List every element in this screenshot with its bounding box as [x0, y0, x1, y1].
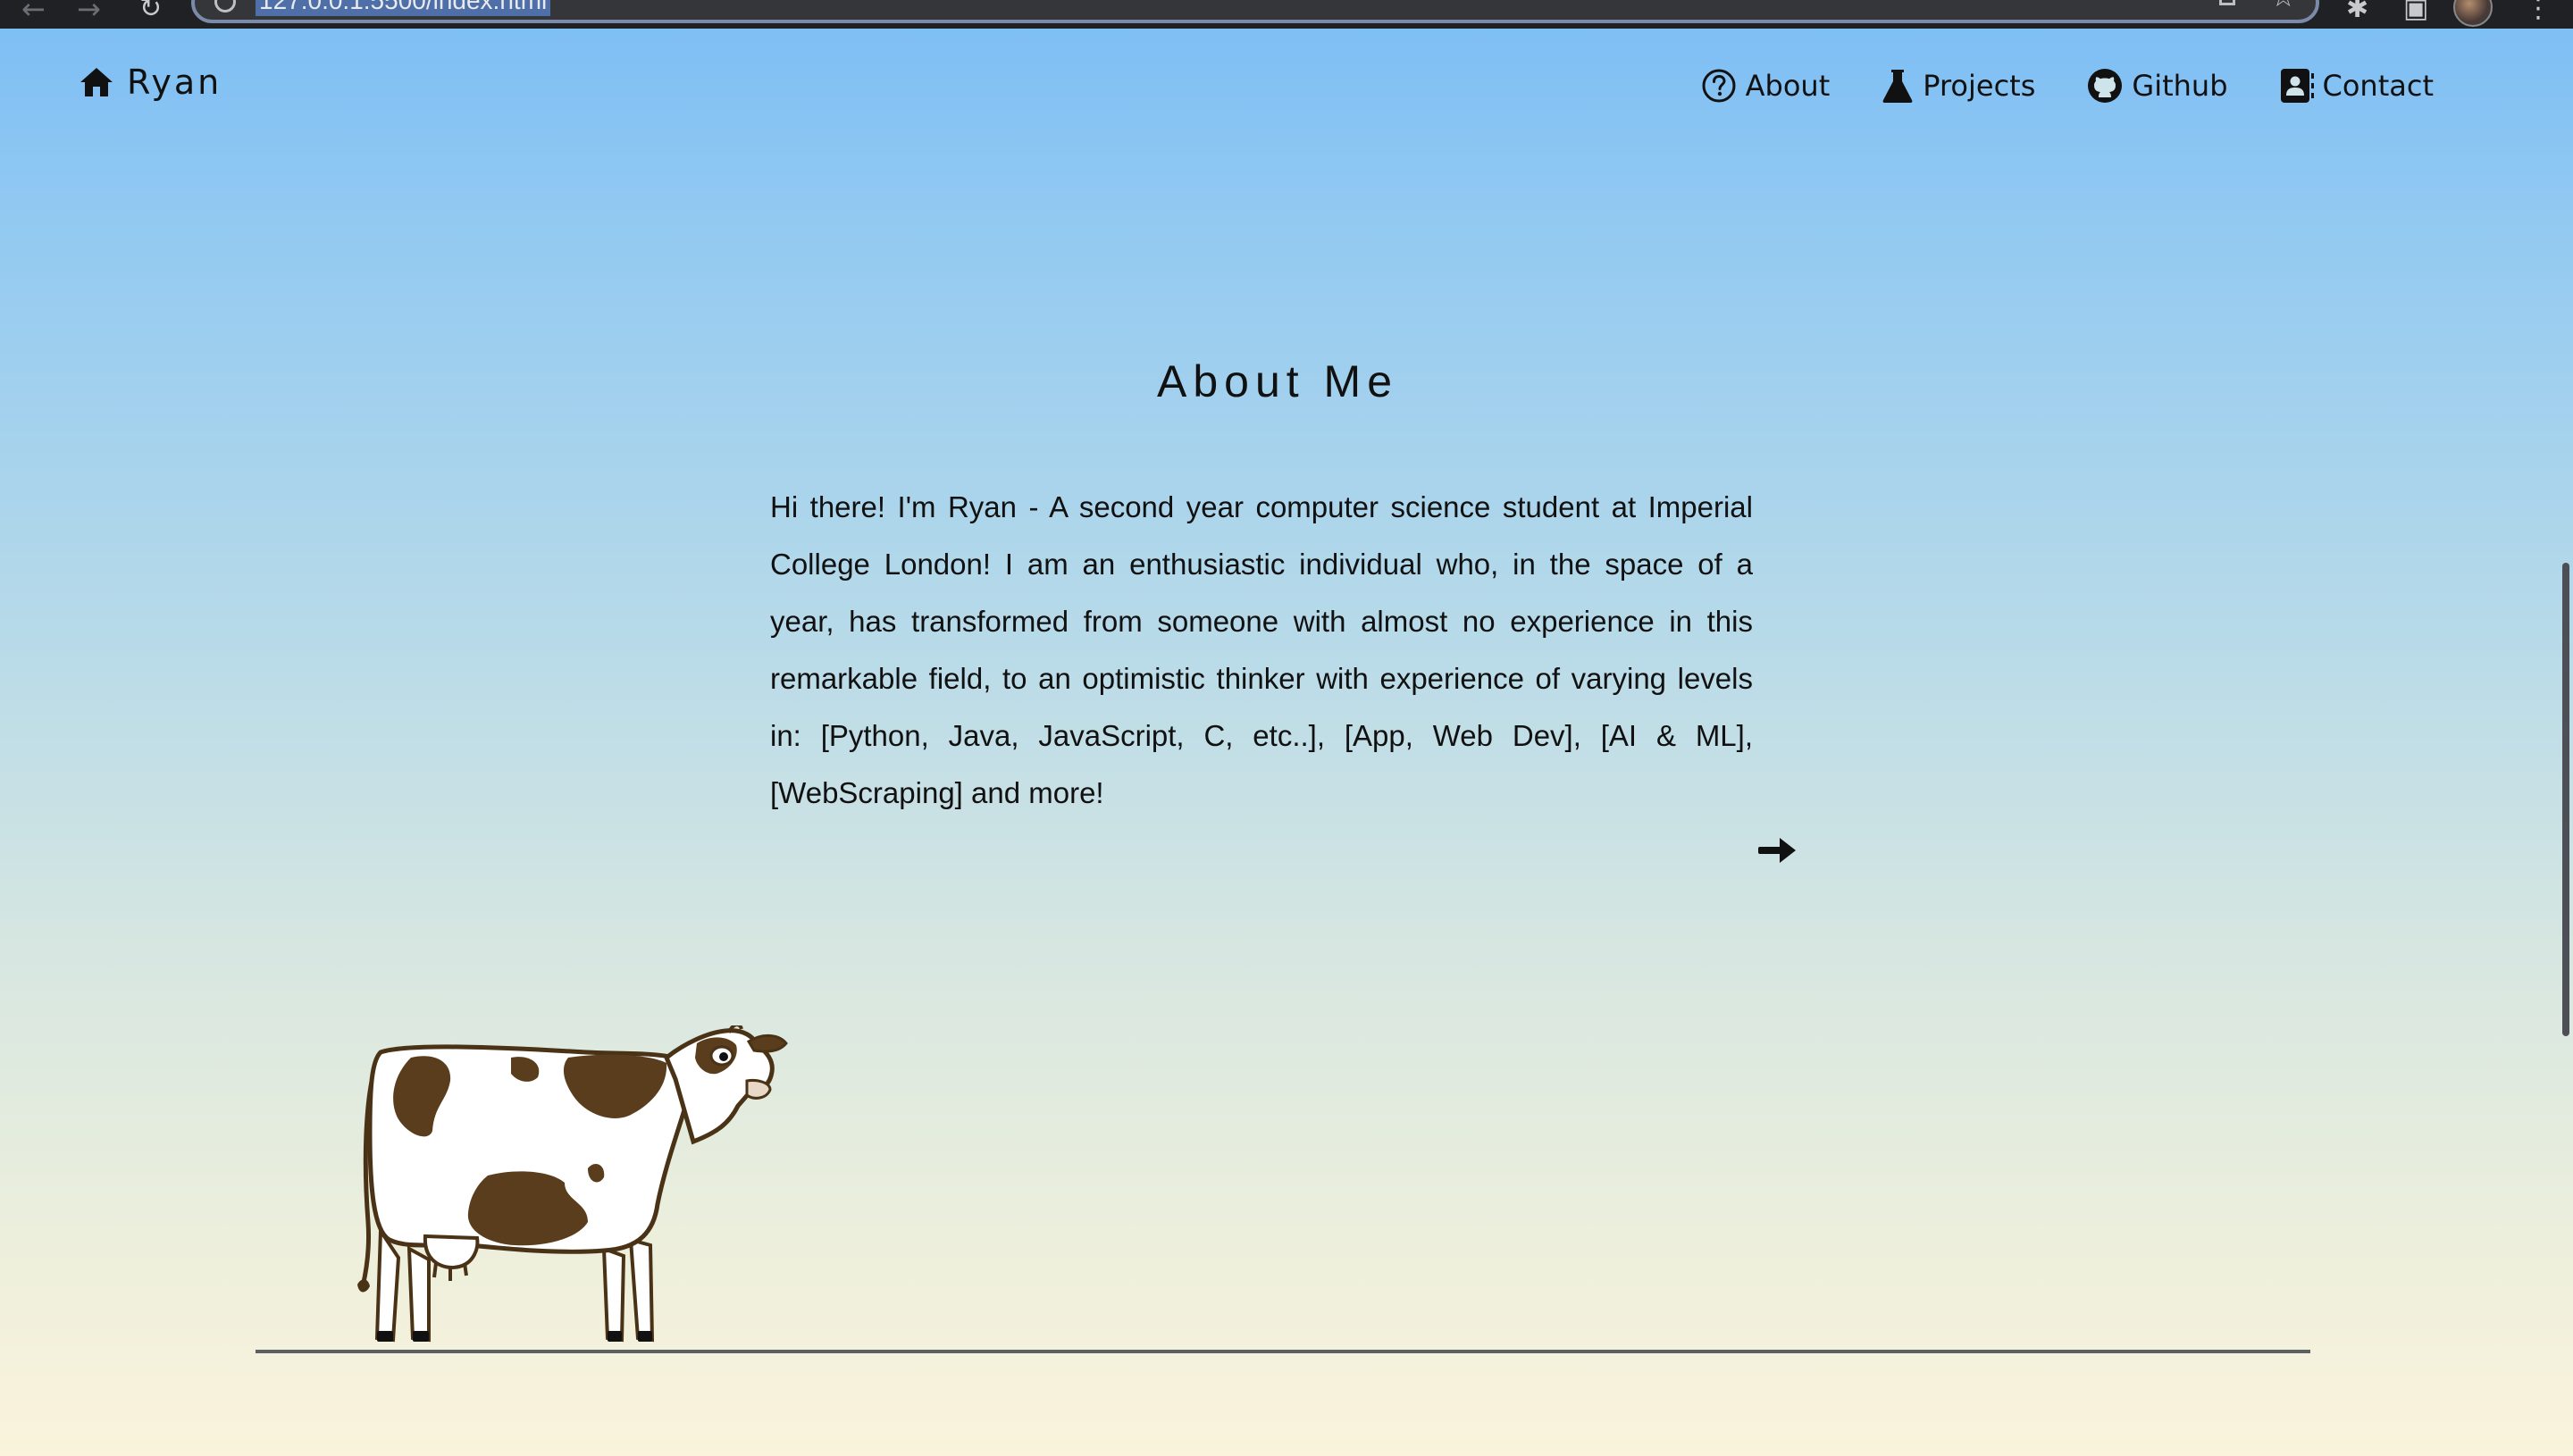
home-link[interactable]: Ryan — [79, 64, 222, 100]
profile-avatar[interactable] — [2453, 0, 2493, 27]
address-bar[interactable]: 127.0.0.1:5500/index.html ☆ — [191, 0, 2319, 23]
site-info-icon[interactable] — [214, 0, 236, 13]
nav-link-projects-label: Projects — [1923, 69, 2036, 103]
url-text[interactable]: 127.0.0.1:5500/index.html — [256, 0, 551, 16]
brand-name: Ryan — [127, 63, 222, 102]
nav-link-github[interactable]: Github — [2087, 68, 2228, 104]
nav-link-projects[interactable]: Projects — [1882, 68, 2035, 104]
share-icon[interactable] — [2219, 0, 2235, 5]
forward-arrow-icon[interactable]: → — [77, 0, 101, 23]
nav-link-contact[interactable]: Contact — [2280, 68, 2435, 104]
github-icon — [2087, 68, 2123, 104]
reload-icon[interactable]: ↻ — [139, 0, 162, 23]
scrollbar-thumb[interactable] — [2562, 563, 2569, 1036]
about-body: Hi there! I'm Ryan - A second year compu… — [770, 490, 1753, 809]
arrow-right-icon — [1756, 838, 1798, 872]
about-title: About Me — [1156, 356, 1398, 406]
browser-menu-icon[interactable]: ⋮ — [2525, 0, 2552, 23]
flask-icon — [1882, 68, 1914, 104]
nav-link-about[interactable]: About — [1701, 68, 1831, 104]
extensions-puzzle-icon[interactable]: ✱ — [2346, 0, 2368, 23]
nav-link-github-label: Github — [2132, 69, 2228, 103]
site-navbar: Ryan About Projects Github Contact — [0, 29, 2555, 150]
back-arrow-icon[interactable]: ← — [21, 0, 46, 23]
home-icon — [79, 66, 114, 98]
next-arrow-button[interactable] — [1756, 833, 1798, 868]
contact-card-icon — [2280, 68, 2314, 104]
page-scrollbar[interactable] — [2555, 29, 2573, 1456]
nav-link-contact-label: Contact — [2322, 69, 2435, 103]
side-panel-icon[interactable]: ▣ — [2403, 0, 2428, 23]
bookmark-star-icon[interactable]: ☆ — [2270, 0, 2296, 11]
ground-line — [256, 1350, 2310, 1353]
nav-link-about-label: About — [1745, 69, 1831, 103]
nav-links: About Projects Github Contact — [1701, 68, 2434, 104]
browser-toolbar: ← → ↻ 127.0.0.1:5500/index.html ☆ ✱ ▣ ⋮ — [0, 0, 2573, 29]
question-circle-icon — [1701, 68, 1737, 104]
cow-illustration — [354, 1023, 809, 1354]
